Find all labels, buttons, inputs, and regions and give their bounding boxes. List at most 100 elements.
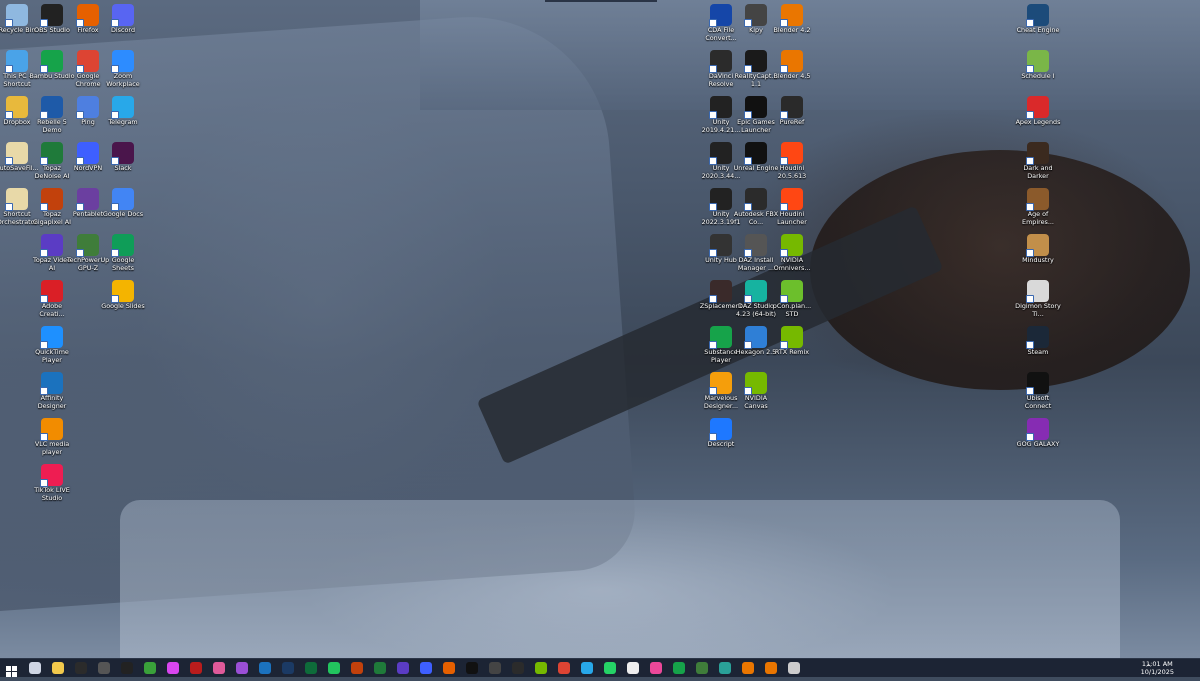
desktop-icon-digimon[interactable]: Digimon Story Ti... bbox=[1015, 280, 1061, 318]
desktop-icon-nvidia-canvas[interactable]: NVIDIA Canvas bbox=[733, 372, 779, 410]
obs-icon[interactable] bbox=[75, 662, 87, 674]
nordvpn-icon[interactable] bbox=[420, 662, 432, 674]
desktop-icon-pureref[interactable]: PureRef bbox=[769, 96, 815, 127]
affinity-designer-icon bbox=[40, 372, 63, 395]
unity-hub-icon bbox=[709, 234, 732, 257]
desktop-icon-discord[interactable]: Discord bbox=[100, 4, 146, 35]
desktop-icon-google-sheets[interactable]: Google Sheets bbox=[100, 234, 146, 272]
unity-icon[interactable] bbox=[489, 662, 501, 674]
record-icon[interactable] bbox=[190, 662, 202, 674]
desktop-icon-label: Affinity Designer bbox=[37, 394, 67, 410]
topaz-denoise-icon[interactable] bbox=[374, 662, 386, 674]
clock-date: 10/1/2025 bbox=[1140, 668, 1174, 676]
folder-icon bbox=[5, 96, 28, 119]
gpuz-icon[interactable] bbox=[696, 662, 708, 674]
whatsapp-icon[interactable] bbox=[604, 662, 616, 674]
desktop-icon-google-slides[interactable]: Google Slides bbox=[100, 280, 146, 311]
desktop-icon-label: Age of Empires... bbox=[1022, 210, 1054, 226]
bambu-studio-icon[interactable] bbox=[673, 662, 685, 674]
desktop-icon-blender[interactable]: Blender 4.2 bbox=[769, 4, 815, 35]
task-view-icon[interactable] bbox=[29, 662, 41, 674]
desktop-icon-descript[interactable]: Descript bbox=[698, 418, 744, 449]
desktop-icon-telegram[interactable]: Telegram bbox=[100, 96, 146, 127]
desktop-icon-label: Blender 4.5 bbox=[773, 72, 811, 80]
topaz-gigapixel-icon bbox=[40, 188, 63, 211]
telegram-icon[interactable] bbox=[581, 662, 593, 674]
clock[interactable]: 11:01 AM 10/1/2025 bbox=[1141, 660, 1174, 676]
desktop-icon-rtx-remix[interactable]: RTX Remix bbox=[769, 326, 815, 357]
bambu-studio-icon bbox=[40, 50, 63, 73]
desktop-icon-gog-galaxy[interactable]: GOG GALAXY bbox=[1015, 418, 1061, 449]
desktop-icon-houdini[interactable]: Houdini Launcher bbox=[769, 188, 815, 226]
rebelle-icon bbox=[40, 96, 63, 119]
desktop-icon-tiktok[interactable]: TikTok LIVE Studio bbox=[29, 464, 75, 502]
xbox-icon[interactable] bbox=[144, 662, 156, 674]
pureref-icon bbox=[780, 96, 803, 119]
desktop-icon-steam[interactable]: Steam bbox=[1015, 326, 1061, 357]
desktop-icon-label: Schedule I bbox=[1021, 72, 1055, 80]
document-icon bbox=[5, 142, 28, 165]
desktop-icon-google-docs[interactable]: Google Docs bbox=[100, 188, 146, 219]
cat-app-icon[interactable] bbox=[121, 662, 133, 674]
google-docs-icon bbox=[111, 188, 134, 211]
desktop-icon-apex-legends[interactable]: Apex Legends bbox=[1015, 96, 1061, 127]
desktop-icon-pcon-planner[interactable]: pCon.plan... STD bbox=[769, 280, 815, 318]
desktop-icon-schedule-i[interactable]: Schedule I bbox=[1015, 50, 1061, 81]
desktop-icon-ubisoft-connect[interactable]: Ubisoft Connect bbox=[1015, 372, 1061, 410]
unreal-engine-icon[interactable] bbox=[627, 662, 639, 674]
desktop-icon-label: Dark and Darker bbox=[1023, 164, 1053, 180]
desktop-icon-slack[interactable]: Slack bbox=[100, 142, 146, 173]
digimon-icon bbox=[1026, 280, 1049, 303]
desktop-icon-adobe-cc[interactable]: Adobe Creati... bbox=[29, 280, 75, 318]
image-app-icon[interactable] bbox=[719, 662, 731, 674]
firefox-icon[interactable] bbox=[443, 662, 455, 674]
affinity-photo-icon[interactable] bbox=[236, 662, 248, 674]
pink-app-icon[interactable] bbox=[650, 662, 662, 674]
desktop-icon-label: Steam bbox=[1027, 348, 1049, 356]
gog-galaxy-icon bbox=[1026, 418, 1049, 441]
epic-games-icon[interactable] bbox=[466, 662, 478, 674]
desktop-icon-zoom[interactable]: Zoom Workplace bbox=[100, 50, 146, 88]
affinity-designer-icon[interactable] bbox=[259, 662, 271, 674]
desktop-icon-cheat-engine[interactable]: Cheat Engine bbox=[1015, 4, 1061, 35]
play-icon[interactable] bbox=[328, 662, 340, 674]
desktop-icon-mindustry[interactable]: Mindustry bbox=[1015, 234, 1061, 265]
desktop-icon-age-of-empires[interactable]: Age of Empires... bbox=[1015, 188, 1061, 226]
discord-icon bbox=[111, 4, 134, 27]
desktop-icon-label: Houdini Launcher bbox=[777, 210, 807, 226]
topaz-gigapixel-icon[interactable] bbox=[351, 662, 363, 674]
nvidia-icon[interactable] bbox=[535, 662, 547, 674]
photoshop-icon[interactable] bbox=[282, 662, 294, 674]
blender-icon[interactable] bbox=[765, 662, 777, 674]
chrome-icon[interactable] bbox=[558, 662, 570, 674]
desktop-icon-dark-and-darker[interactable]: Dark and Darker bbox=[1015, 142, 1061, 180]
colorful-app-icon[interactable] bbox=[167, 662, 179, 674]
desktop-icon-houdini[interactable]: Houdini 20.5.613 bbox=[769, 142, 815, 180]
desktop-icon-vlc[interactable]: VLC media player bbox=[29, 418, 75, 456]
kipy-icon bbox=[744, 4, 767, 27]
desktop-icon-blender[interactable]: Blender 4.5 bbox=[769, 50, 815, 81]
desktop-icon-nvidia-omniverse[interactable]: NVIDIA Omnivers... bbox=[769, 234, 815, 272]
hexagon-icon bbox=[744, 326, 767, 349]
desktop-icon-label: Adobe Creati... bbox=[39, 302, 65, 318]
desktop-icon-label: Google Sheets bbox=[111, 256, 135, 272]
kipy-icon[interactable] bbox=[98, 662, 110, 674]
file-explorer-icon[interactable] bbox=[52, 662, 64, 674]
blender-icon[interactable] bbox=[742, 662, 754, 674]
unity-icon bbox=[709, 142, 732, 165]
tiktok-icon bbox=[40, 464, 63, 487]
desktop-icon-affinity-designer[interactable]: Affinity Designer bbox=[29, 372, 75, 410]
this-pc-icon bbox=[5, 50, 28, 73]
topaz-video-icon[interactable] bbox=[397, 662, 409, 674]
terminal-icon[interactable] bbox=[512, 662, 524, 674]
desktop-icon-quicktime[interactable]: QuickTime Player bbox=[29, 326, 75, 364]
krita-icon[interactable] bbox=[213, 662, 225, 674]
substance-icon[interactable] bbox=[305, 662, 317, 674]
recycle-bin-icon bbox=[5, 4, 28, 27]
pcon-planner-icon bbox=[780, 280, 803, 303]
ping-icon bbox=[76, 96, 99, 119]
desktop-icon-label: NVIDIA Omnivers... bbox=[773, 256, 811, 272]
desktop-icon-label: Blender 4.2 bbox=[773, 26, 811, 34]
start-icon[interactable] bbox=[6, 662, 17, 677]
pureref-icon[interactable] bbox=[788, 662, 800, 674]
